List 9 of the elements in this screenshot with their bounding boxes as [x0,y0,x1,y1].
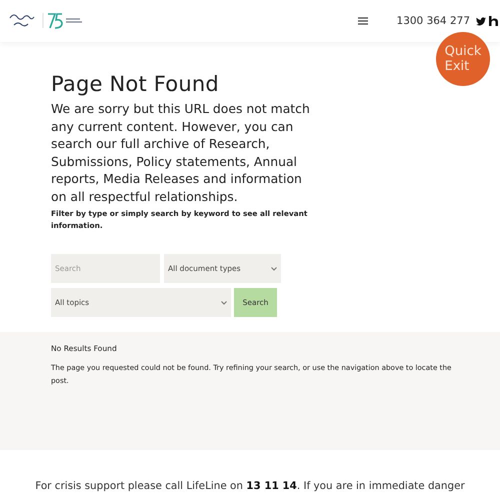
chevron-down-icon [221,300,227,304]
chevron-down-icon [271,266,277,270]
intro-paragraph: We are sorry but this URL does not match any current content. However, you can search our full archive of Research, Submissions, Policy statements, Annual reports, Media Releases and information on all respectful relationships. [51,100,311,205]
phone-number[interactable]: 1300 364 277 [396,15,470,27]
page-title: Page Not Found [51,72,220,96]
crisis-support-text: For crisis support please call LifeLine on 13 11 14. If you are in immediate danger [34,480,466,492]
menu-icon[interactable] [358,17,368,25]
letter-h-icon[interactable] [489,16,498,26]
bird-icon[interactable] [476,16,486,26]
